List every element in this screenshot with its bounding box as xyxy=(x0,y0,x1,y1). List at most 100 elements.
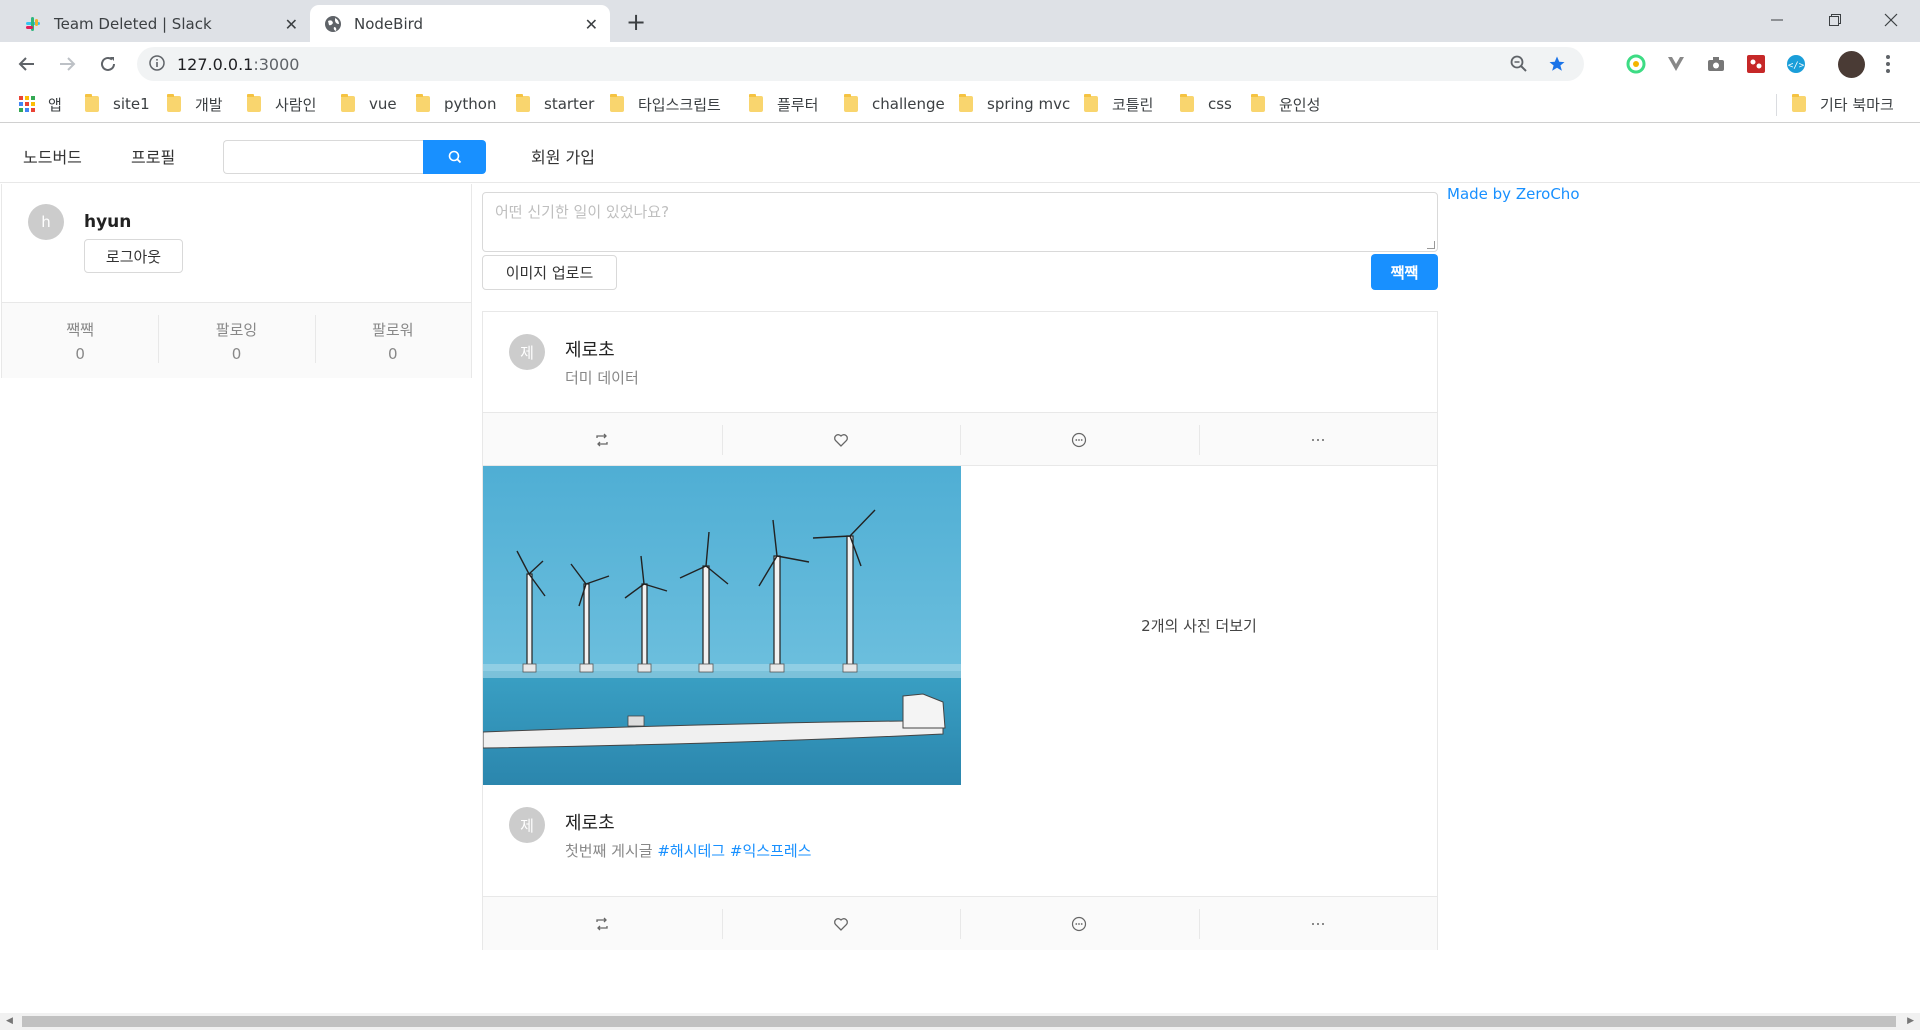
close-window-button[interactable] xyxy=(1862,0,1920,40)
comment-button[interactable] xyxy=(960,413,1199,466)
folder-icon xyxy=(749,94,763,112)
scroll-right-icon[interactable]: ▶ xyxy=(1907,1016,1914,1026)
more-button[interactable] xyxy=(1198,897,1438,950)
url-text: 127.0.0.1:3000 xyxy=(177,55,300,74)
image-upload-button[interactable]: 이미지 업로드 xyxy=(482,255,617,290)
bookmark-folder[interactable]: 타입스크립트 xyxy=(610,93,721,115)
apps-button[interactable]: 앱 xyxy=(18,93,62,115)
retweet-button[interactable] xyxy=(483,413,722,466)
hashtag-link[interactable]: #해시테그 xyxy=(657,842,725,860)
search-input[interactable] xyxy=(223,140,424,174)
folder-icon xyxy=(1180,94,1194,112)
retweet-icon xyxy=(596,433,608,446)
bookmark-divider xyxy=(1776,94,1777,116)
other-bookmarks-folder[interactable]: 기타 북마크 xyxy=(1792,93,1894,115)
post-actions xyxy=(483,412,1437,466)
message-icon xyxy=(1072,432,1087,447)
retweet-button[interactable] xyxy=(483,897,722,950)
new-tab-button[interactable]: + xyxy=(622,8,650,36)
avatar: 제 xyxy=(509,807,545,843)
camera-icon[interactable] xyxy=(1706,54,1726,74)
stat-tweets[interactable]: 짹짹 0 xyxy=(2,303,158,378)
tab-slack[interactable]: Team Deleted | Slack ✕ xyxy=(10,5,310,42)
post-content: 더미 데이터 xyxy=(565,369,639,387)
post-author: 제로초 xyxy=(565,813,615,834)
reload-button[interactable] xyxy=(94,50,122,78)
tab-title: Team Deleted | Slack xyxy=(54,14,212,33)
logout-button[interactable]: 로그아웃 xyxy=(84,239,183,273)
bookmark-folder[interactable]: css xyxy=(1180,93,1232,115)
close-tab-icon[interactable]: ✕ xyxy=(285,15,298,34)
folder-icon xyxy=(416,94,430,112)
stat-followers[interactable]: 팔로워 0 xyxy=(314,303,471,378)
folder-icon xyxy=(844,94,858,112)
bookmark-folder[interactable]: site1 xyxy=(85,93,150,115)
post-textarea[interactable]: 어떤 신기한 일이 있었나요? xyxy=(482,192,1438,252)
vue-devtools-icon[interactable] xyxy=(1666,54,1686,74)
tab-strip: Team Deleted | Slack ✕ NodeBird ✕ + xyxy=(0,0,1920,42)
tab-nodebird[interactable]: NodeBird ✕ xyxy=(310,5,610,42)
stat-following[interactable]: 팔로잉 0 xyxy=(158,303,314,378)
post-content: 첫번째 게시글 #해시테그 #익스프레스 xyxy=(565,842,812,860)
post-form: 어떤 신기한 일이 있었나요? 이미지 업로드 짹짹 xyxy=(482,192,1438,290)
hashtag-link[interactable]: #익스프레스 xyxy=(730,842,812,860)
post-image[interactable] xyxy=(482,466,961,785)
menu-item-home[interactable]: 노드버드 xyxy=(23,144,82,168)
user-profile-card: h hyun 로그아웃 짹짹 0 팔로잉 0 팔로워 0 xyxy=(1,184,472,378)
forward-button[interactable] xyxy=(53,50,81,78)
scrollbar-thumb[interactable] xyxy=(22,1016,1896,1027)
message-icon xyxy=(1072,916,1087,931)
menu-kebab-icon[interactable] xyxy=(1884,54,1892,78)
restore-button[interactable] xyxy=(1806,0,1864,40)
code-extension-icon[interactable]: </> xyxy=(1786,54,1806,74)
info-icon[interactable] xyxy=(149,55,165,75)
bookmark-folder[interactable]: 윤인성 xyxy=(1251,93,1320,115)
wind-turbines-image xyxy=(482,466,961,785)
made-by-link[interactable]: Made by ZeroCho xyxy=(1447,185,1580,203)
slack-icon xyxy=(24,15,42,33)
more-photos-button[interactable]: 2개의 사진 더보기 xyxy=(961,466,1437,785)
post-placeholder: 어떤 신기한 일이 있었나요? xyxy=(495,203,670,221)
bookmark-folder[interactable]: spring mvc xyxy=(959,93,1070,115)
folder-icon xyxy=(959,94,973,112)
ellipsis-icon xyxy=(1311,922,1324,925)
resize-handle[interactable] xyxy=(1427,241,1435,249)
address-bar[interactable]: 127.0.0.1:3000 xyxy=(137,47,1584,81)
scroll-left-icon[interactable]: ◀ xyxy=(6,1016,13,1026)
back-button[interactable] xyxy=(13,50,41,78)
avatar: 제 xyxy=(509,334,545,370)
submit-post-button[interactable]: 짹짹 xyxy=(1371,254,1438,290)
bookmark-folder[interactable]: 플루터 xyxy=(749,93,818,115)
like-button[interactable] xyxy=(721,897,961,950)
bookmark-folder[interactable]: python xyxy=(416,93,496,115)
folder-icon xyxy=(85,94,99,112)
bookmark-folder[interactable]: 사람인 xyxy=(247,93,316,115)
ellipsis-icon xyxy=(1311,438,1324,441)
bookmark-folder[interactable]: 개발 xyxy=(167,93,223,115)
extension-circle-icon[interactable] xyxy=(1626,54,1646,74)
like-button[interactable] xyxy=(721,413,961,466)
post-actions xyxy=(483,896,1437,950)
bookmark-folder[interactable]: challenge xyxy=(844,93,945,115)
menu-item-profile[interactable]: 프로필 xyxy=(131,144,175,168)
more-button[interactable] xyxy=(1198,413,1438,466)
folder-icon xyxy=(247,94,261,112)
heart-icon xyxy=(833,917,848,931)
zoom-icon[interactable] xyxy=(1510,55,1528,77)
extension-red-icon[interactable] xyxy=(1746,54,1766,74)
minimize-button[interactable] xyxy=(1748,0,1806,40)
bookmarks-bar: 앱 site1 개발 사람인 vue python starter 타입스크립트… xyxy=(0,86,1920,123)
top-menu: 노드버드 프로필 회원 가입 xyxy=(0,127,1920,183)
bookmark-folder[interactable]: 코틀린 xyxy=(1084,93,1153,115)
comment-button[interactable] xyxy=(960,897,1199,950)
menu-item-signup[interactable]: 회원 가입 xyxy=(531,144,595,168)
bookmark-folder[interactable]: starter xyxy=(516,93,594,115)
bookmark-star-icon[interactable] xyxy=(1548,55,1566,77)
globe-icon xyxy=(324,15,342,33)
search-button[interactable] xyxy=(423,140,486,174)
horizontal-scrollbar[interactable]: ◀ ▶ xyxy=(0,1013,1920,1030)
profile-avatar[interactable] xyxy=(1838,51,1865,78)
folder-icon xyxy=(610,94,624,112)
close-tab-icon[interactable]: ✕ xyxy=(585,15,598,34)
bookmark-folder[interactable]: vue xyxy=(341,93,397,115)
